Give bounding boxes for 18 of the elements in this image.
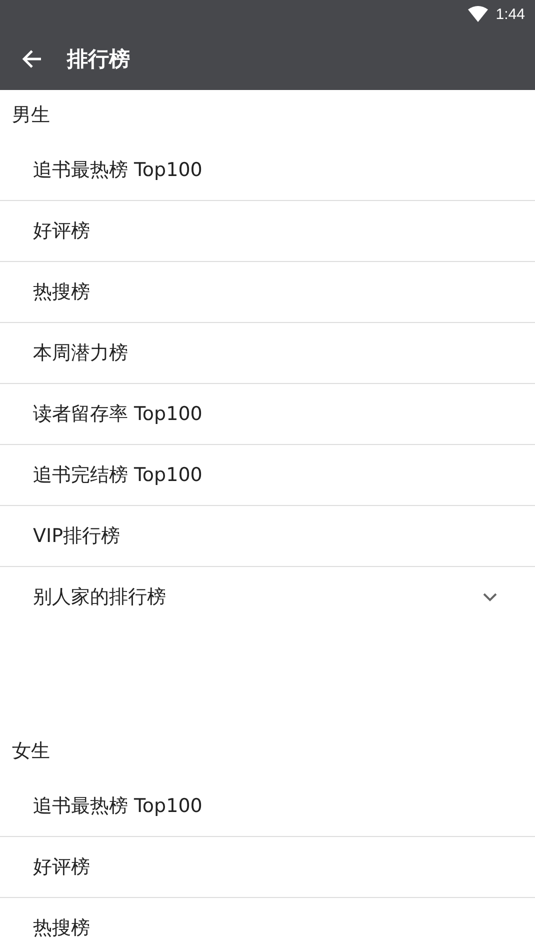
wifi-icon <box>468 6 488 22</box>
section-header: 男生 <box>11 103 51 128</box>
list-item[interactable]: 热搜榜 <box>0 262 535 323</box>
status-time: 1:44 <box>496 6 525 22</box>
list-item[interactable]: VIP排行榜 <box>0 506 535 567</box>
list-item[interactable]: 追书完结榜 Top100 <box>0 445 535 506</box>
list-item[interactable]: 追书最热榜 Top100 <box>0 776 535 837</box>
section-header: 女生 <box>11 739 51 764</box>
list-item[interactable]: 追书最热榜 Top100 <box>0 140 535 201</box>
screen-title: 排行榜 <box>67 46 130 73</box>
list-item[interactable]: 本周潜力榜 <box>0 323 535 384</box>
list-item[interactable]: 别人家的排行榜 <box>0 567 535 627</box>
list-item[interactable]: 好评榜 <box>0 201 535 262</box>
back-arrow-icon <box>22 49 42 69</box>
list-item[interactable]: 热搜榜 <box>0 898 535 951</box>
back-button[interactable] <box>21 48 43 70</box>
list-item[interactable]: 好评榜 <box>0 837 535 898</box>
list-item[interactable]: 读者留存率 Top100 <box>0 384 535 445</box>
